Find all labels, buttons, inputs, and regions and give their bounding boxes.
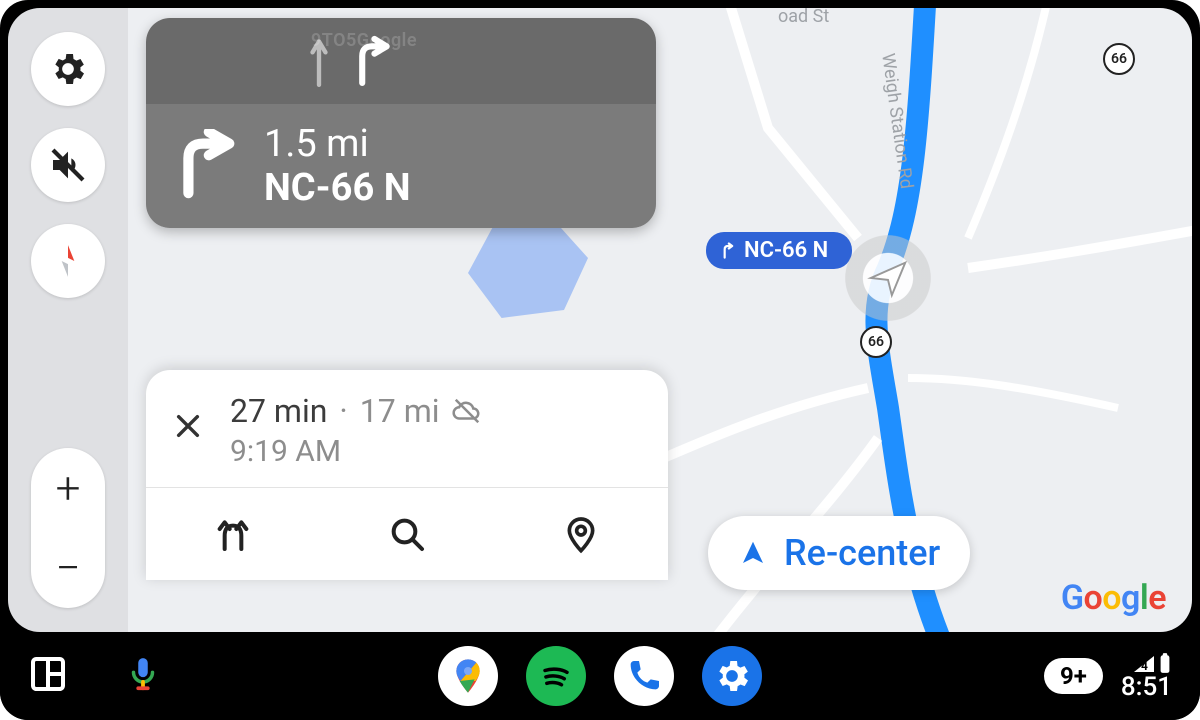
- left-control-rail: + −: [8, 8, 128, 632]
- search-button[interactable]: [320, 488, 494, 580]
- dock-phone-app[interactable]: [614, 646, 674, 706]
- search-icon: [387, 514, 427, 554]
- current-location-puck: [838, 228, 938, 328]
- app-dock: [438, 646, 762, 706]
- next-turn-chip-label: NC-66 N: [744, 238, 828, 263]
- alternate-routes-button[interactable]: [146, 488, 320, 580]
- pin-icon: [561, 514, 601, 554]
- spotify-icon: [534, 654, 578, 698]
- voice-assistant-button[interactable]: [124, 655, 162, 697]
- signal-icon: 4: [1132, 654, 1156, 674]
- maps-pin-icon: [448, 656, 488, 696]
- svg-text:4: 4: [1141, 659, 1148, 673]
- system-bar: 9+ 4 8:51: [0, 632, 1200, 720]
- turn-distance: 1.5 mi: [264, 122, 411, 166]
- navigation-arrow-icon: [738, 538, 768, 568]
- recenter-button[interactable]: Re-center: [708, 516, 970, 590]
- turn-right-icon: [168, 129, 238, 203]
- destination-button[interactable]: [494, 488, 668, 580]
- next-turn-chip: NC-66 N: [706, 232, 852, 269]
- dock-spotify-app[interactable]: [526, 646, 586, 706]
- mute-button[interactable]: [31, 128, 105, 202]
- turn-right-icon: [718, 241, 738, 261]
- trip-distance: 17 mi: [360, 392, 440, 430]
- route-shield-icon: 66: [860, 326, 892, 358]
- dock-maps-app[interactable]: [438, 646, 498, 706]
- dock-settings-app[interactable]: [702, 646, 762, 706]
- cloud-off-icon: [452, 396, 482, 426]
- trip-eta: 9:19 AM: [230, 434, 482, 469]
- app-launcher-button[interactable]: [28, 654, 68, 698]
- trip-separator: ·: [339, 392, 347, 430]
- recenter-label: Re-center: [784, 532, 940, 574]
- watermark-text: 9TO5Google: [311, 30, 417, 51]
- zoom-out-button[interactable]: −: [55, 528, 80, 608]
- notification-count-badge[interactable]: 9+: [1044, 658, 1103, 694]
- battery-icon: [1158, 652, 1172, 674]
- trip-duration: 27 min: [230, 392, 327, 430]
- microphone-icon: [124, 655, 162, 693]
- zoom-in-button[interactable]: +: [56, 448, 81, 528]
- zoom-control: + −: [31, 448, 105, 608]
- lane-guidance-row: 9TO5Google: [146, 18, 656, 104]
- navigation-instruction-card: 9TO5Google 1.5 mi NC-66 N: [146, 18, 656, 228]
- volume-off-icon: [48, 145, 88, 185]
- street-label: oad St: [778, 8, 829, 27]
- trip-summary-card: 27 min · 17 mi 9:19 AM: [146, 370, 668, 580]
- navigation-main-row: 1.5 mi NC-66 N: [146, 104, 656, 228]
- settings-button[interactable]: [31, 32, 105, 106]
- compass-button[interactable]: [31, 224, 105, 298]
- route-shield-icon: 66: [1103, 43, 1135, 75]
- close-icon: [172, 410, 204, 442]
- google-logo: Google: [1061, 578, 1166, 618]
- close-trip-button[interactable]: [172, 410, 204, 451]
- grid-icon: [28, 654, 68, 694]
- compass-icon: [49, 242, 87, 280]
- phone-icon: [624, 656, 664, 696]
- clock-time: 8:51: [1121, 674, 1172, 700]
- gear-icon: [712, 656, 752, 696]
- gear-icon: [48, 49, 88, 89]
- alt-routes-icon: [213, 514, 253, 554]
- turn-road-name: NC-66 N: [264, 166, 411, 210]
